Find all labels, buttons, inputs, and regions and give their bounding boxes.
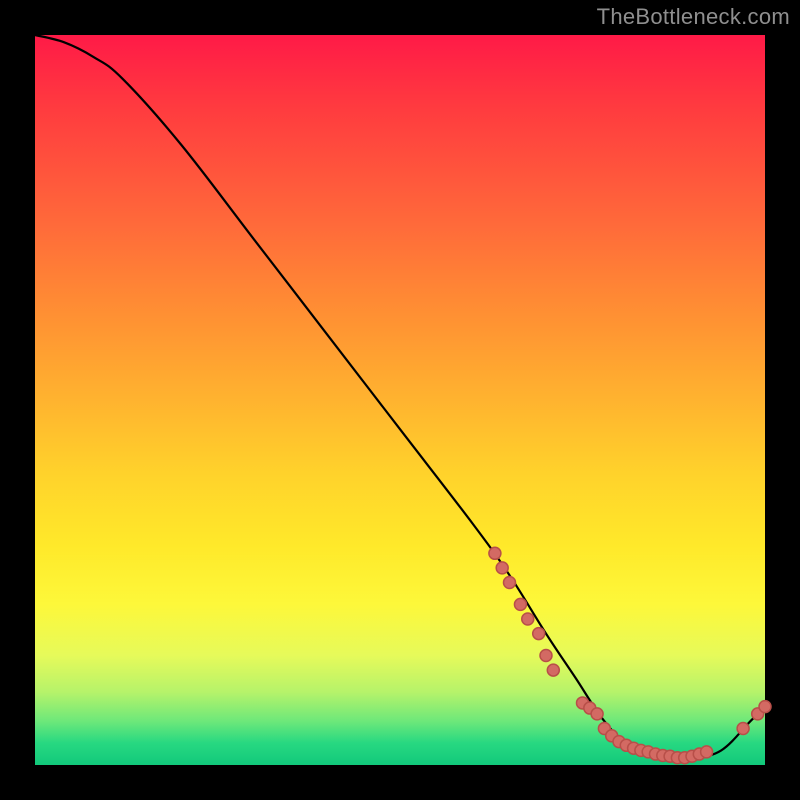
data-marker	[737, 723, 749, 735]
watermark-text: TheBottleneck.com	[597, 4, 790, 30]
data-marker	[514, 598, 526, 610]
data-marker	[489, 547, 501, 559]
data-marker	[759, 701, 771, 713]
data-marker	[701, 746, 713, 758]
data-marker	[547, 664, 559, 676]
data-marker	[496, 562, 508, 574]
chart-frame: TheBottleneck.com	[0, 0, 800, 800]
data-marker	[504, 577, 516, 589]
chart-svg	[35, 35, 765, 765]
bottleneck-curve-path	[35, 35, 765, 759]
data-marker	[591, 708, 603, 720]
data-markers-group	[489, 547, 771, 763]
data-marker	[533, 628, 545, 640]
data-marker	[540, 650, 552, 662]
data-marker	[522, 613, 534, 625]
